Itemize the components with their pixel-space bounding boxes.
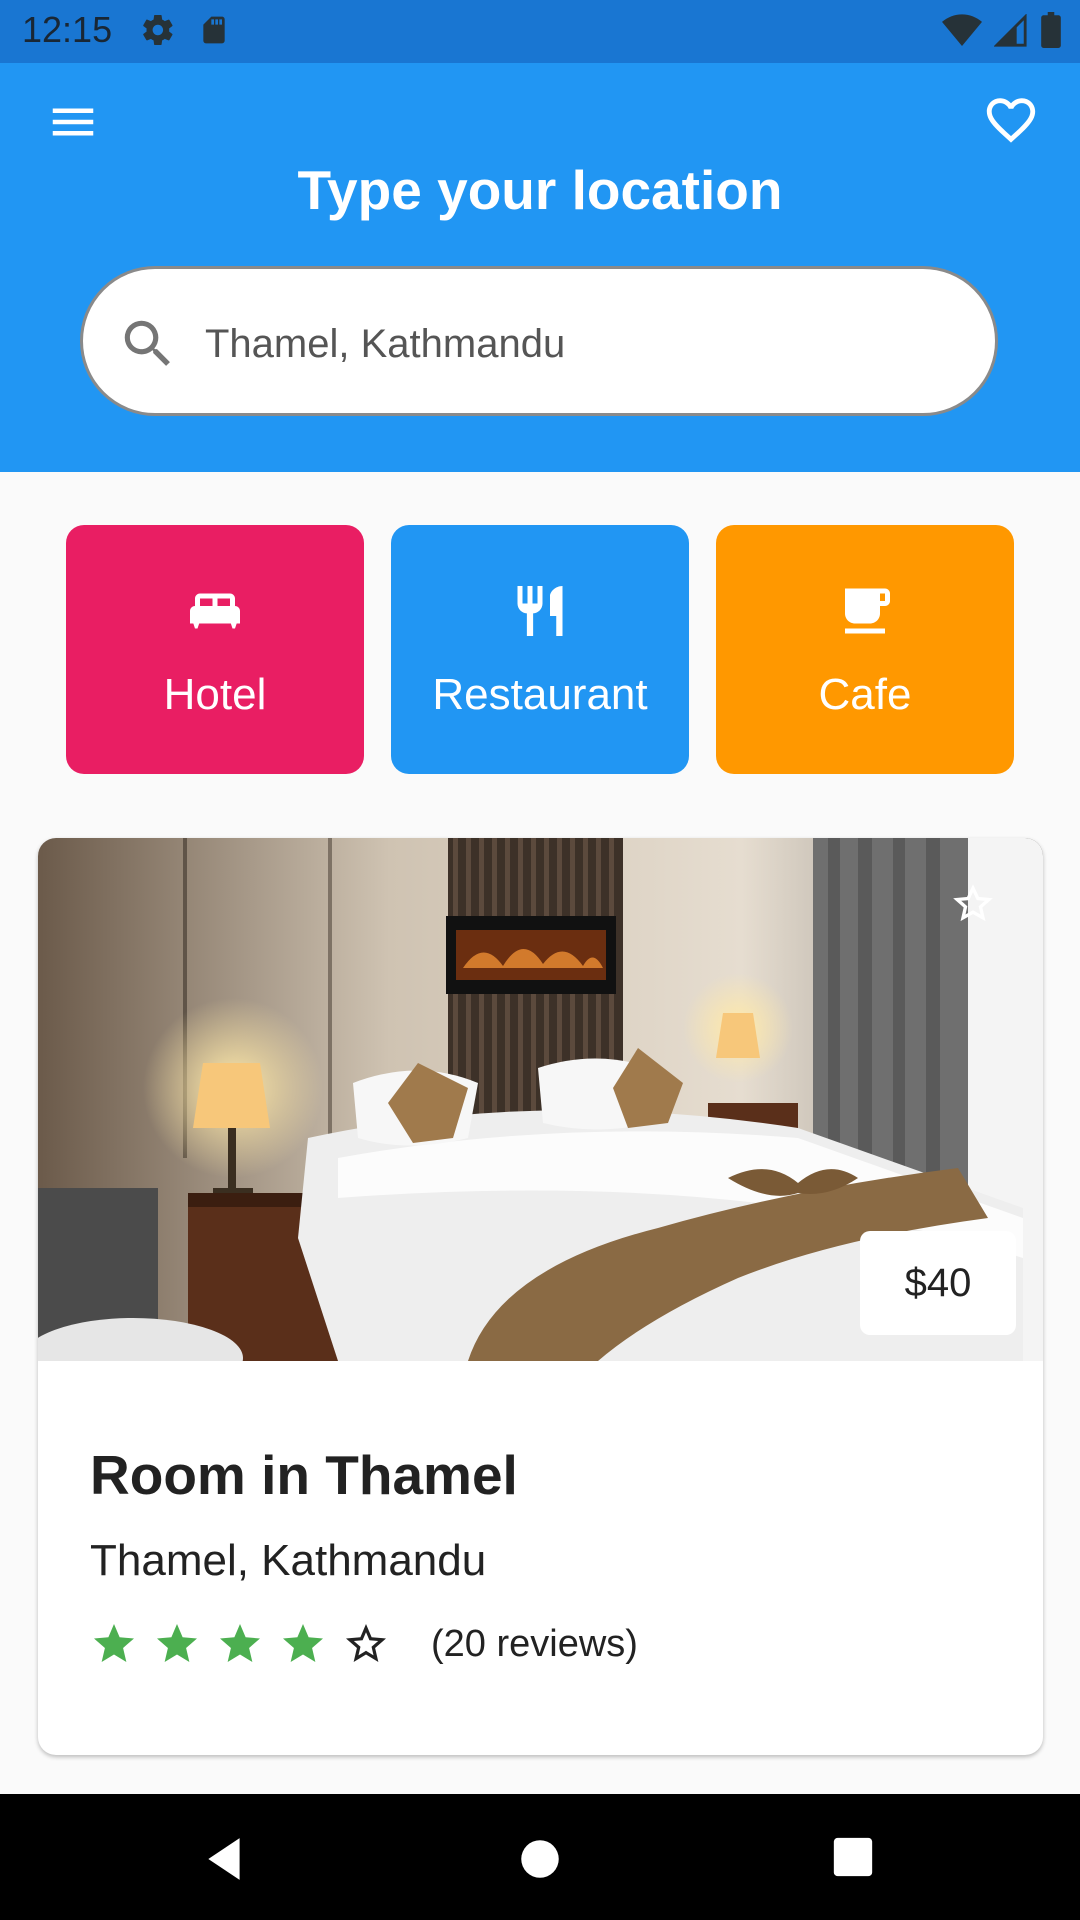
heart-outline-icon[interactable] (982, 91, 1040, 149)
search-input[interactable] (203, 305, 947, 383)
status-time: 12:15 (22, 9, 113, 50)
settings-icon (143, 14, 173, 45)
search-bar[interactable] (80, 266, 998, 416)
category-label: Hotel (163, 670, 267, 719)
wifi-icon (942, 14, 982, 47)
price-badge: $40 (860, 1231, 1016, 1335)
star-filled-icon (157, 1624, 197, 1662)
search-icon (124, 320, 170, 366)
battery-icon (1041, 12, 1061, 48)
home-icon[interactable] (515, 1834, 565, 1884)
app-header: Type your location (0, 63, 1080, 472)
system-nav-bar (0, 1794, 1080, 1920)
category-restaurant[interactable]: Restaurant (391, 525, 689, 774)
recent-apps-icon[interactable] (830, 1834, 876, 1880)
signal-icon (994, 14, 1027, 47)
status-icons-right (942, 12, 1062, 48)
cafe-icon (845, 588, 890, 634)
rating-stars (90, 1620, 390, 1668)
favorite-star-icon[interactable] (953, 884, 993, 924)
star-filled-icon (220, 1624, 260, 1662)
star-filled-icon (283, 1624, 323, 1662)
status-icons-left (140, 12, 230, 48)
listing-card[interactable]: $40 Room in Thamel Thamel, Kathmandu (20… (38, 838, 1043, 1755)
star-filled-icon (94, 1624, 134, 1662)
category-label: Restaurant (432, 670, 648, 719)
category-cafe[interactable]: Cafe (716, 525, 1014, 774)
back-icon[interactable] (200, 1834, 250, 1884)
page-title: Type your location (297, 159, 783, 221)
category-hotel[interactable]: Hotel (66, 525, 364, 774)
category-label: Cafe (818, 670, 912, 719)
status-bar: 12:15 (0, 0, 1080, 63)
listing-location: Thamel, Kathmandu (90, 1536, 487, 1585)
bed-icon (190, 593, 240, 629)
menu-icon[interactable] (46, 95, 100, 149)
restaurant-icon (517, 586, 563, 636)
listing-title: Room in Thamel (90, 1444, 518, 1506)
sd-card-icon (203, 16, 225, 44)
star-outline-icon (346, 1624, 386, 1662)
review-count: (20 reviews) (431, 1623, 638, 1665)
